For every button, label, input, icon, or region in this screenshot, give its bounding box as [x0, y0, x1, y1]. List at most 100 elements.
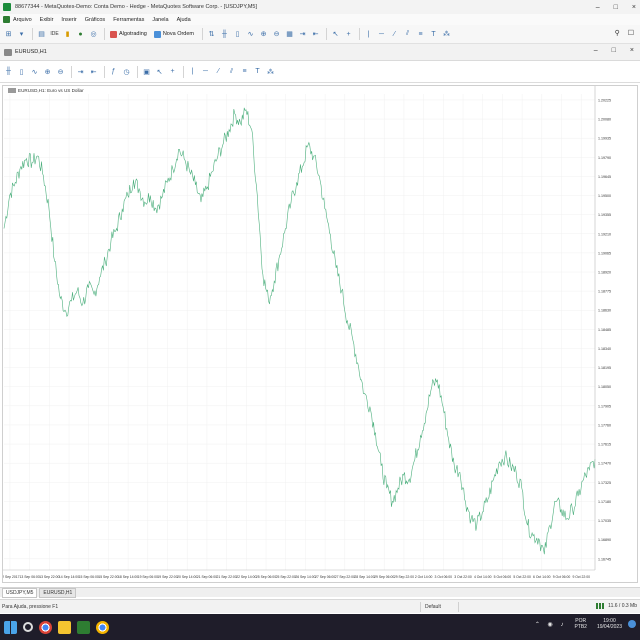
- search-icon[interactable]: [23, 622, 33, 632]
- metatrader-taskbar-icon[interactable]: [77, 620, 90, 634]
- chart-window-icon: [4, 48, 12, 56]
- x-tick-label: 3 Oct 22:00: [454, 575, 472, 579]
- toolbar-divider: [137, 65, 138, 78]
- bar-chart-icon[interactable]: ╫: [219, 29, 230, 40]
- ide-icon[interactable]: IDE: [49, 29, 60, 40]
- menu-tools[interactable]: Ferramentas: [113, 17, 144, 23]
- trendline-icon[interactable]: ⁄: [389, 29, 400, 40]
- menu-window[interactable]: Janela: [152, 17, 168, 23]
- connection-status[interactable]: 11.6 / 0.3 Mb: [596, 603, 637, 609]
- cursor-icon[interactable]: ↖: [154, 66, 165, 77]
- crosshair-icon[interactable]: +: [167, 66, 178, 77]
- menu-view[interactable]: Exibir: [40, 17, 54, 23]
- autoscroll-icon[interactable]: ⇤: [88, 66, 99, 77]
- zoom-in-icon[interactable]: ⊕: [258, 29, 269, 40]
- depth-of-market-icon[interactable]: ⇅: [206, 29, 217, 40]
- notification-icon[interactable]: [628, 620, 636, 628]
- tab-usdjpy[interactable]: USDJPY,M5: [2, 587, 38, 598]
- chart-window-titlebar: EURUSD,H1 – □ ×: [0, 44, 640, 61]
- bar-chart-icon[interactable]: ╫: [3, 66, 14, 77]
- chart-close-button[interactable]: ×: [630, 47, 634, 54]
- signals-icon[interactable]: ●: [75, 29, 86, 40]
- windows-start-icon[interactable]: [4, 620, 17, 634]
- shapes-icon[interactable]: ⁂: [441, 29, 452, 40]
- tile-windows-icon[interactable]: ▦: [284, 29, 295, 40]
- maximize-button[interactable]: □: [614, 4, 618, 11]
- x-tick-label: 27 Sep 22:00: [335, 575, 355, 579]
- chart-window-name: EURUSD,H1: [15, 49, 47, 55]
- fibonacci-icon[interactable]: ≡: [415, 29, 426, 40]
- metatrader-app-icon: [3, 3, 11, 11]
- toolbar-divider: [71, 65, 72, 78]
- price-line: [3, 107, 596, 555]
- x-tick-label: 25 Sep 06:00: [256, 575, 276, 579]
- chart-grid: [4, 94, 595, 570]
- clock[interactable]: 19:00 19/04/2023: [597, 618, 622, 630]
- algotrading-button[interactable]: Algotrading: [108, 28, 149, 40]
- chart-shift-icon[interactable]: ⇥: [297, 29, 308, 40]
- channel-icon[interactable]: ⫽: [226, 66, 237, 77]
- lock-icon[interactable]: ▮: [62, 29, 73, 40]
- market-icon[interactable]: ◎: [88, 29, 99, 40]
- text-icon[interactable]: T: [428, 29, 439, 40]
- chart-minimize-button[interactable]: –: [594, 47, 598, 54]
- tab-eurusd[interactable]: EURUSD,H1: [39, 587, 77, 598]
- y-tick-label: 1.17325: [598, 481, 611, 485]
- chart-tabs: USDJPY,M5 EURUSD,H1: [0, 587, 640, 598]
- candle-chart-icon[interactable]: ▯: [232, 29, 243, 40]
- chart-svg[interactable]: 1.20225 1.20080 1.19935 1.19790 1.19645 1.195…: [3, 86, 637, 582]
- new-order-button[interactable]: Nova Ordem: [152, 28, 196, 40]
- minimize-button[interactable]: –: [596, 4, 600, 11]
- x-tick-label: 28 Sep 14:00: [354, 575, 374, 579]
- menu-file[interactable]: Arquivo: [13, 17, 32, 23]
- menu-help[interactable]: Ajuda: [177, 17, 191, 23]
- browser-icon[interactable]: [96, 620, 109, 634]
- channel-icon[interactable]: ⫽: [402, 29, 413, 40]
- zoom-out-icon[interactable]: ⊖: [55, 66, 66, 77]
- tray-icons[interactable]: ⌃ ◉ ♪: [535, 621, 567, 628]
- menu-charts[interactable]: Gráficos: [85, 17, 105, 23]
- profiles-icon[interactable]: ▾: [16, 29, 27, 40]
- cursor-icon[interactable]: ↖: [330, 29, 341, 40]
- crosshair-icon[interactable]: +: [343, 29, 354, 40]
- status-profile[interactable]: Default: [425, 604, 441, 610]
- indicators-icon[interactable]: ƒ: [108, 66, 119, 77]
- text-icon[interactable]: T: [252, 66, 263, 77]
- community-icon[interactable]: ☐: [628, 29, 634, 37]
- menu-logo-icon[interactable]: [3, 16, 10, 23]
- line-chart-icon[interactable]: ∿: [245, 29, 256, 40]
- new-chart-icon[interactable]: ⊞: [3, 29, 14, 40]
- templates-icon[interactable]: ▣: [141, 66, 152, 77]
- horizontal-line-icon[interactable]: ─: [376, 29, 387, 40]
- shapes-icon[interactable]: ⁂: [265, 66, 276, 77]
- x-tick-label: 22 Sep 14:00: [236, 575, 256, 579]
- vertical-line-icon[interactable]: |: [187, 66, 198, 77]
- zoom-in-icon[interactable]: ⊕: [42, 66, 53, 77]
- zoom-out-icon[interactable]: ⊖: [271, 29, 282, 40]
- folder-icon[interactable]: [58, 620, 71, 634]
- close-button[interactable]: ×: [632, 4, 636, 11]
- menu-insert[interactable]: Inserir: [61, 17, 76, 23]
- candle-chart-icon[interactable]: ▯: [16, 66, 27, 77]
- chart-maximize-button[interactable]: □: [612, 47, 616, 54]
- autoscroll-icon[interactable]: ⇤: [310, 29, 321, 40]
- y-tick-label: 1.16890: [598, 538, 611, 542]
- chart-window-controls: – □ ×: [594, 47, 634, 54]
- x-tick-label: 21 Sep 06:00: [197, 575, 217, 579]
- fibonacci-icon[interactable]: ≡: [239, 66, 250, 77]
- market-watch-icon[interactable]: ▤: [36, 29, 47, 40]
- x-axis: 12 Sep 201713 Sep 06:0013 Sep 22:0014 Se…: [3, 569, 595, 579]
- search-icon[interactable]: ⚲: [615, 29, 620, 37]
- line-chart-icon[interactable]: ∿: [29, 66, 40, 77]
- horizontal-line-icon[interactable]: ─: [200, 66, 211, 77]
- trendline-icon[interactable]: ⁄: [213, 66, 224, 77]
- price-chart[interactable]: EURUSD,H1: Euro vs US Dollar 1.20225 1.20…: [2, 85, 638, 583]
- chart-shift-icon[interactable]: ⇥: [75, 66, 86, 77]
- x-tick-label: 5 Oct 22:00: [513, 575, 531, 579]
- language-indicator[interactable]: POR PTB2: [574, 618, 587, 630]
- chrome-icon[interactable]: [39, 620, 52, 634]
- x-tick-label: 13 Sep 22:00: [39, 575, 59, 579]
- periods-icon[interactable]: ◷: [121, 66, 132, 77]
- window-controls: – □ ×: [596, 0, 636, 14]
- vertical-line-icon[interactable]: |: [363, 29, 374, 40]
